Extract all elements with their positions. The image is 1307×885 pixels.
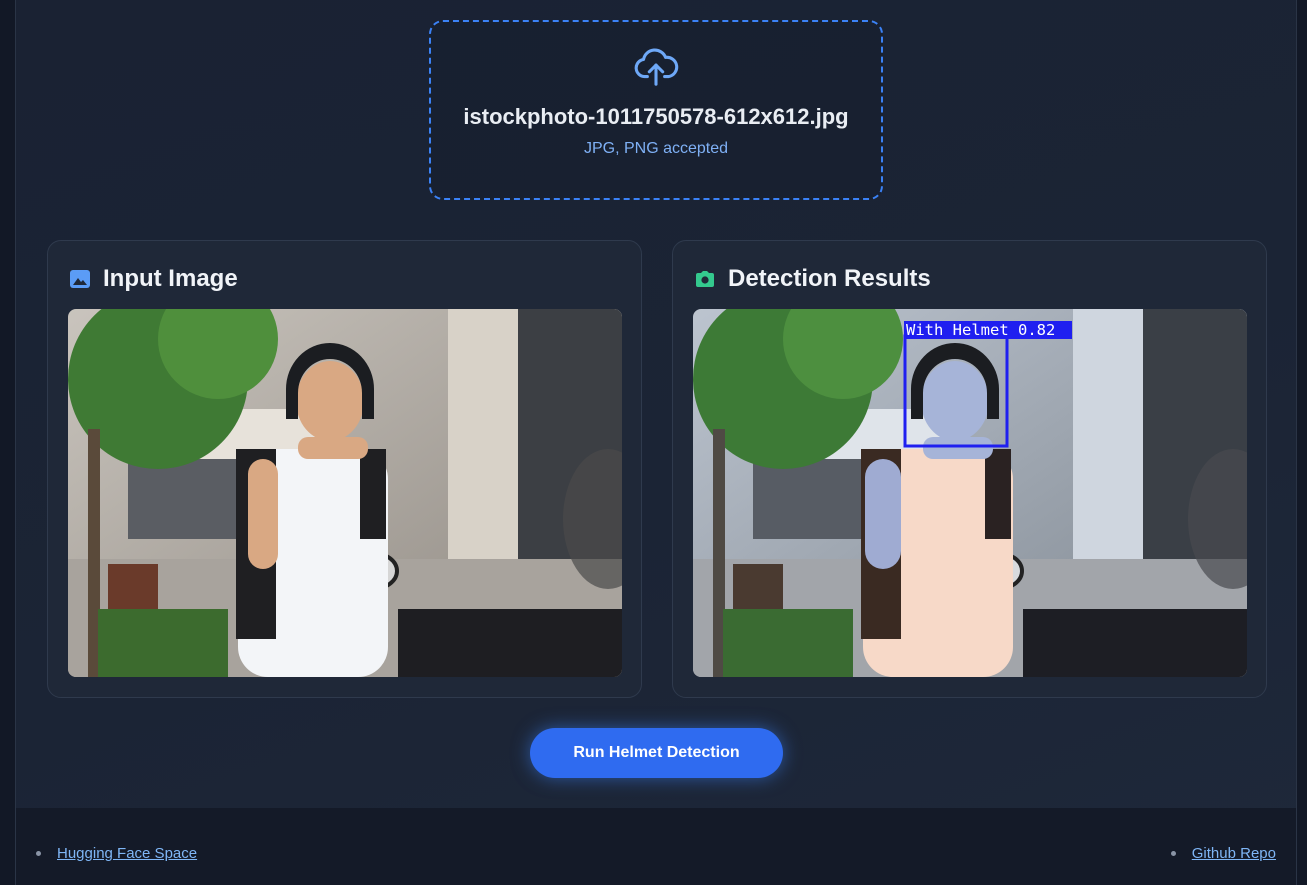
uploaded-file-name: istockphoto-1011750578-612x612.jpg [463, 104, 849, 129]
image-icon [70, 270, 90, 288]
footer-item-github: Github Repo [1170, 845, 1276, 862]
detection-label: With Helmet 0.82 [906, 321, 1055, 339]
hugging-face-link[interactable]: Hugging Face Space [57, 845, 197, 862]
github-link[interactable]: Github Repo [1192, 845, 1276, 862]
bullet [1170, 851, 1176, 856]
input-image-card: Input Image [47, 240, 642, 698]
result-card-title-text: Detection Results [728, 265, 931, 292]
input-card-title: Input Image [69, 265, 238, 293]
left-rail [0, 0, 15, 885]
run-detection-button[interactable]: Run Helmet Detection [530, 728, 783, 778]
right-rail [1297, 0, 1307, 885]
app-frame: istockphoto-1011750578-612x612.jpg JPG, … [15, 0, 1297, 885]
result-card-title: Detection Results [694, 265, 931, 293]
footer-item-hugging-face: Hugging Face Space [36, 845, 197, 862]
detection-results-card: Detection Results With Helmet 0.82 [672, 240, 1267, 698]
input-image [68, 309, 622, 677]
input-card-title-text: Input Image [103, 265, 238, 292]
camera-icon [696, 271, 714, 287]
footer: Hugging Face Space Github Repo [16, 808, 1296, 885]
accepted-formats: JPG, PNG accepted [583, 140, 729, 157]
detection-result-image: With Helmet 0.82 [693, 309, 1247, 677]
cloud-upload-icon [634, 48, 679, 86]
bullet [36, 851, 41, 856]
upload-dropzone[interactable]: istockphoto-1011750578-612x612.jpg JPG, … [429, 20, 883, 200]
